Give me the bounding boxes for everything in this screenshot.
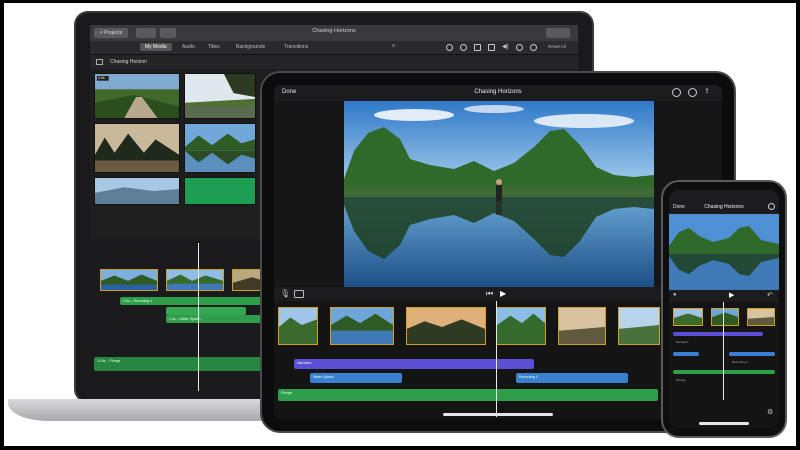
media-thumbnail[interactable] — [184, 123, 256, 173]
export-button[interactable] — [546, 28, 570, 38]
audio-clip-splash[interactable] — [673, 352, 699, 356]
playhead[interactable] — [496, 301, 497, 417]
mac-toolbar: < Projects Chasing Horizons — [90, 25, 578, 41]
rewind-icon[interactable]: ⏮ — [486, 289, 493, 299]
tab-titles[interactable]: Titles — [208, 44, 220, 50]
timeline-clip[interactable] — [747, 308, 775, 326]
plunge-label: Plunge — [676, 378, 686, 382]
audio-clip-water-splash[interactable]: Water Splash — [310, 373, 402, 383]
library-header: Chasing Horizon — [90, 55, 578, 69]
timeline-clip[interactable] — [406, 307, 486, 345]
home-indicator — [699, 422, 749, 425]
screenshot-frame: < Projects Chasing Horizons My Media Aud… — [0, 0, 800, 450]
media-thumbnail[interactable] — [94, 177, 180, 205]
volume-icon[interactable]: ◀) — [502, 43, 509, 50]
camera-icon[interactable] — [294, 290, 304, 298]
audio-clip-narration[interactable]: Narration — [294, 359, 534, 369]
iphone-top-bar: Done Chasing Horizons — [669, 190, 779, 214]
media-thumbnail[interactable] — [184, 177, 256, 205]
media-thumbnail[interactable] — [184, 73, 256, 119]
timeline-clip[interactable] — [711, 308, 739, 326]
play-icon[interactable]: ▶ — [500, 289, 506, 298]
timeline-clip[interactable] — [618, 307, 660, 345]
help-icon[interactable] — [672, 88, 681, 97]
video-viewer[interactable] — [344, 101, 654, 287]
color-balance-icon[interactable] — [446, 44, 453, 51]
timeline-clip[interactable] — [673, 308, 703, 326]
undo-icon[interactable]: ↶ — [767, 291, 773, 299]
help-icon[interactable] — [768, 203, 775, 210]
settings-icon[interactable]: ⚙ — [767, 408, 773, 416]
iphone-video-viewer[interactable] — [669, 214, 779, 290]
ipad-timeline: Narration Water Splash Recording 1 Plung… — [274, 301, 722, 419]
clip-duration-badge: 4.0s — [98, 76, 105, 80]
info-icon[interactable] — [530, 44, 537, 51]
iphone-screen: Done Chasing Horizons ● ▶ ↶ Narration Re… — [669, 190, 779, 428]
play-icon[interactable]: ▶ — [729, 291, 734, 299]
timeline-clip[interactable] — [166, 269, 224, 291]
home-indicator — [443, 413, 553, 416]
marketing-canvas: < Projects Chasing Horizons My Media Aud… — [4, 3, 796, 446]
ipad-screen: Done Chasing Horizons ⇪ 🎙 ⏮ ▶ Narration … — [274, 85, 722, 419]
reset-all-button[interactable]: Reset All — [548, 44, 566, 49]
audio-clip-recording[interactable]: Recording 1 — [516, 373, 628, 383]
microphone-icon[interactable]: 🎙 — [280, 289, 290, 298]
timeline-clip[interactable] — [100, 269, 158, 291]
microphone-icon[interactable]: ● — [673, 292, 677, 298]
audio-clip-plunge[interactable] — [673, 370, 775, 374]
share-icon[interactable]: ⇪ — [704, 87, 713, 96]
sidebar-toggle-icon[interactable] — [96, 59, 103, 65]
timeline-clip[interactable] — [496, 307, 546, 345]
tab-my-media[interactable]: My Media — [140, 43, 172, 51]
narration-label: Narration — [676, 340, 689, 344]
audio-clip-plunge[interactable]: Plunge — [278, 389, 658, 401]
speed-icon[interactable] — [516, 44, 523, 51]
library-title: Chasing Horizon — [110, 59, 147, 65]
search-icon[interactable]: ⌕ — [392, 43, 399, 50]
timeline-clip[interactable] — [330, 307, 394, 345]
crop-icon[interactable] — [474, 44, 481, 51]
audio-clip-recording[interactable] — [729, 352, 775, 356]
timeline-clip[interactable] — [278, 307, 318, 345]
iphone-project-title: Chasing Horizons — [704, 204, 744, 210]
tab-transitions[interactable]: Transitions — [284, 44, 308, 50]
settings-icon[interactable] — [688, 88, 697, 97]
media-thumbnail[interactable] — [94, 123, 180, 173]
recording-label: Recording 1 — [732, 360, 749, 364]
media-thumbnail[interactable]: 4.0s — [94, 73, 180, 119]
color-correction-icon[interactable] — [460, 44, 467, 51]
iphone-playback-bar: ● ▶ ↶ — [669, 290, 779, 302]
ipad-project-title: Chasing Horizons — [474, 89, 522, 95]
timeline-clip[interactable] — [558, 307, 606, 345]
tab-audio[interactable]: Audio — [182, 44, 195, 50]
iphone-timeline: Narration Recording 1 Plunge ⚙ — [669, 302, 779, 428]
playhead[interactable] — [198, 243, 199, 391]
playhead[interactable] — [723, 302, 724, 400]
audio-clip-splash-header[interactable] — [166, 307, 246, 315]
project-title: Chasing Horizons — [312, 28, 356, 34]
audio-clip-narration[interactable] — [673, 332, 763, 336]
stabilize-icon[interactable] — [488, 44, 495, 51]
iphone-device: Done Chasing Horizons ● ▶ ↶ Narration Re… — [661, 180, 787, 438]
ipad-playback-bar: 🎙 ⏮ ▶ ↶ — [274, 287, 722, 301]
ipad-top-bar: Done Chasing Horizons ⇪ — [274, 85, 722, 101]
mac-browser-tabs: My Media Audio Titles Backgrounds Transi… — [90, 41, 578, 55]
tab-backgrounds[interactable]: Backgrounds — [236, 44, 265, 50]
